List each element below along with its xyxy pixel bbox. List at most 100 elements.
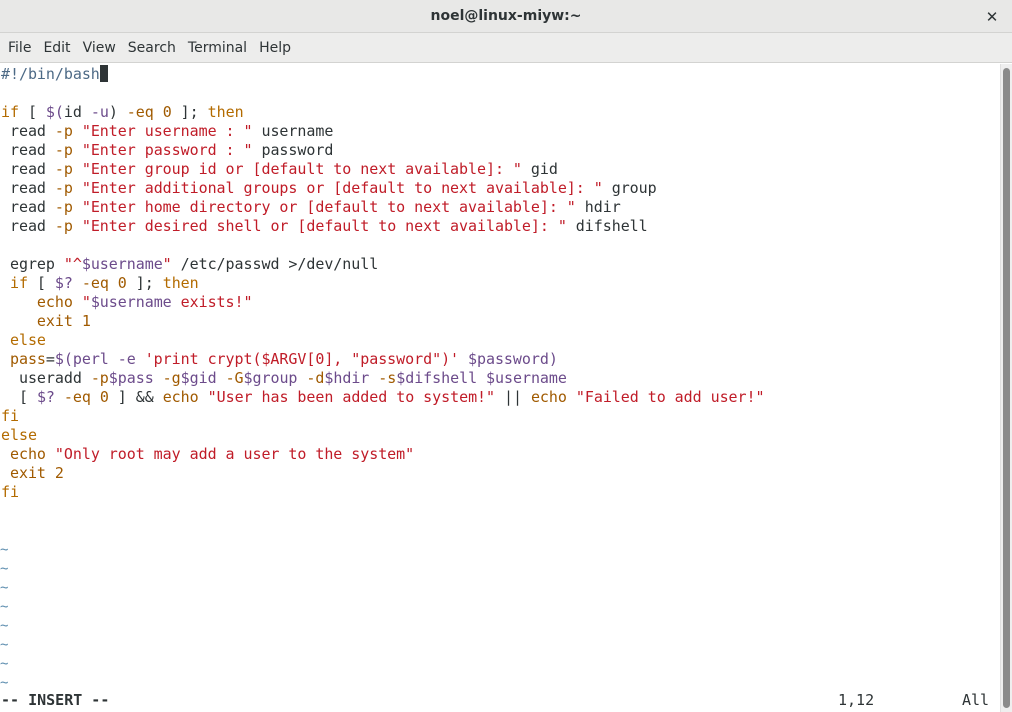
code-token: if bbox=[1, 103, 19, 121]
empty-line-tilde: ~ bbox=[0, 618, 9, 634]
code-token: read bbox=[1, 122, 55, 140]
code-token: -u bbox=[81, 103, 109, 121]
code-token: $? bbox=[54, 274, 73, 292]
menu-edit[interactable]: Edit bbox=[37, 33, 76, 63]
menu-file[interactable]: File bbox=[2, 33, 37, 63]
code-line: pass=$(perl -e 'print crypt($ARGV[0], "p… bbox=[1, 350, 558, 369]
menu-view[interactable]: View bbox=[77, 33, 122, 63]
scroll-position: All bbox=[962, 691, 990, 709]
code-token: $hdir bbox=[324, 369, 370, 387]
empty-line-tilde: ~ bbox=[0, 580, 9, 596]
code-token: [ bbox=[27, 274, 55, 292]
code-token: -p bbox=[54, 160, 73, 178]
empty-line-tilde: ~ bbox=[0, 637, 9, 653]
code-token: fi bbox=[1, 407, 19, 425]
code-token: echo bbox=[1, 293, 73, 311]
code-token: exit bbox=[1, 312, 73, 330]
code-token: echo bbox=[530, 388, 567, 406]
code-line: echo "Only root may add a user to the sy… bbox=[1, 445, 414, 464]
vim-status-line: -- INSERT -- 1,12 All bbox=[0, 691, 1000, 712]
code-line: echo "$username exists!" bbox=[1, 293, 253, 312]
code-line: else bbox=[1, 331, 46, 350]
code-token: ]; bbox=[171, 103, 208, 121]
code-token: $difshell bbox=[396, 369, 478, 387]
code-token: exit bbox=[1, 464, 46, 482]
code-token: "Enter password : " bbox=[81, 141, 253, 159]
code-token: 'print crypt($ARGV[0], "password")' bbox=[144, 350, 460, 368]
mode-indicator: -- INSERT -- bbox=[1, 691, 110, 709]
cursor-position: 1,12 bbox=[838, 691, 875, 709]
code-token: "Enter group id or [default to next avai… bbox=[81, 160, 522, 178]
code-line: read -p "Enter desired shell or [default… bbox=[1, 217, 648, 236]
code-token: then bbox=[207, 103, 244, 121]
code-line: useradd -p$pass -g$gid -G$group -d$hdir … bbox=[1, 369, 567, 388]
text-cursor bbox=[99, 65, 108, 82]
code-token: ] && bbox=[108, 388, 163, 406]
code-token: "Enter additional groups or [default to … bbox=[81, 179, 603, 197]
scrollbar-thumb[interactable] bbox=[1003, 68, 1010, 708]
code-token: " bbox=[162, 255, 172, 273]
code-line: egrep "^$username" /etc/passwd >/dev/nul… bbox=[1, 255, 378, 274]
code-token: difshell bbox=[566, 217, 648, 235]
code-token: $username bbox=[90, 293, 172, 311]
code-token: -p bbox=[90, 369, 109, 387]
code-token: $? bbox=[36, 388, 55, 406]
code-token: pass bbox=[1, 350, 46, 368]
menu-help[interactable]: Help bbox=[253, 33, 297, 63]
code-token: -d bbox=[306, 369, 325, 387]
code-token: $password) bbox=[459, 350, 558, 368]
code-line: if [ $? -eq 0 ]; then bbox=[1, 274, 199, 293]
vertical-scrollbar[interactable] bbox=[1000, 64, 1012, 712]
code-token: read bbox=[1, 217, 55, 235]
code-token: -p bbox=[54, 122, 73, 140]
code-line: read -p "Enter group id or [default to n… bbox=[1, 160, 558, 179]
code-token: #!/bin/bash bbox=[1, 65, 100, 83]
code-token: hdir bbox=[575, 198, 621, 216]
empty-line-tilde: ~ bbox=[0, 599, 9, 615]
code-line: read -p "Enter additional groups or [def… bbox=[1, 179, 657, 198]
empty-line-tilde: ~ bbox=[0, 561, 9, 577]
menu-search[interactable]: Search bbox=[122, 33, 182, 63]
code-token: id bbox=[63, 103, 82, 121]
code-token: 0 bbox=[99, 388, 109, 406]
code-token: "Enter username : " bbox=[81, 122, 253, 140]
code-line: fi bbox=[1, 483, 19, 502]
code-token: if bbox=[1, 274, 28, 292]
code-token: useradd bbox=[1, 369, 91, 387]
code-token: "Only root may add a user to the system" bbox=[54, 445, 415, 463]
code-token: " bbox=[81, 293, 91, 311]
code-line: read -p "Enter password : " password bbox=[1, 141, 333, 160]
menu-terminal[interactable]: Terminal bbox=[182, 33, 253, 63]
code-token: 1 bbox=[81, 312, 91, 330]
code-token: -p bbox=[54, 217, 73, 235]
code-token: -G bbox=[225, 369, 244, 387]
code-token: /etc/passwd >/dev/null bbox=[171, 255, 379, 273]
code-token: read bbox=[1, 160, 55, 178]
code-token: $(perl -e bbox=[54, 350, 145, 368]
code-token: -p bbox=[54, 141, 73, 159]
code-token: "Enter desired shell or [default to next… bbox=[81, 217, 567, 235]
terminal-text-area[interactable]: #!/bin/bash if [ $(id -u) -eq 0 ]; then r… bbox=[0, 64, 1000, 712]
code-token: read bbox=[1, 179, 55, 197]
code-token: password bbox=[252, 141, 334, 159]
code-token: -eq bbox=[63, 388, 91, 406]
close-icon[interactable]: ✕ bbox=[982, 7, 1002, 27]
code-token: -eq bbox=[81, 274, 109, 292]
code-token: -g bbox=[162, 369, 181, 387]
code-token: ]; bbox=[126, 274, 163, 292]
